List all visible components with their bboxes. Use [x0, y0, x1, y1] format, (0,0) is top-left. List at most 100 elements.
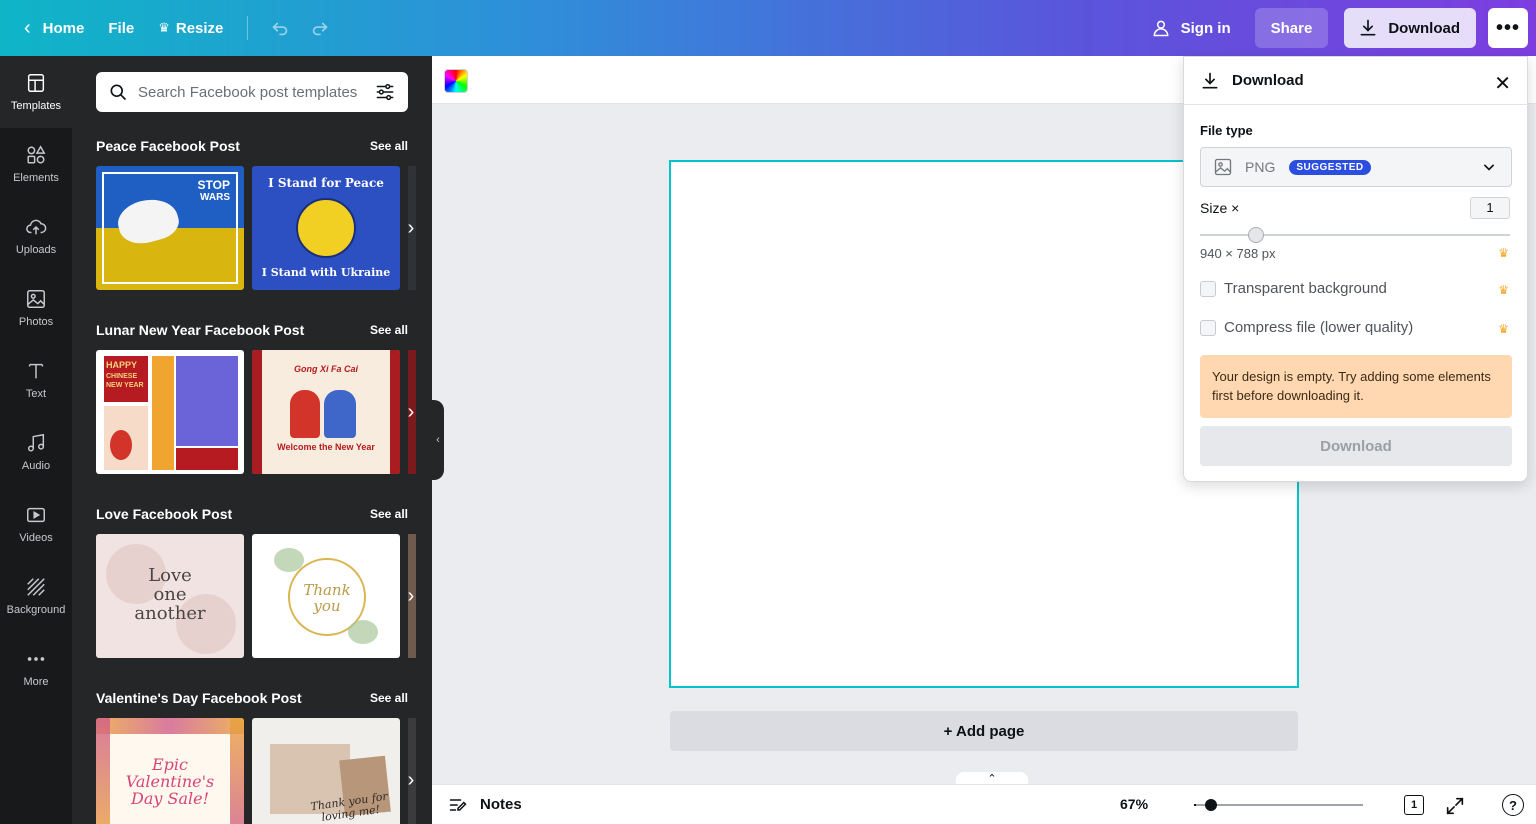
- crown-icon: ♛: [1498, 283, 1509, 297]
- file-type-value: PNG: [1245, 159, 1276, 175]
- share-button[interactable]: Share: [1254, 8, 1329, 48]
- redo-button[interactable]: [300, 8, 340, 48]
- rail-label-photos: Photos: [18, 316, 54, 328]
- rail-item-more[interactable]: More: [0, 632, 72, 704]
- empty-design-warning: Your design is empty. Try adding some el…: [1200, 355, 1512, 418]
- next-arrow-button[interactable]: ›: [402, 762, 420, 798]
- see-all-link[interactable]: See all: [370, 691, 408, 705]
- transparent-background-option[interactable]: Transparent background: [1200, 280, 1387, 297]
- photos-icon: [27, 290, 45, 308]
- collapse-panel-button[interactable]: ‹: [432, 400, 444, 480]
- fullscreen-button[interactable]: [1444, 795, 1466, 817]
- download-panel-header: Download ✕: [1184, 57, 1529, 105]
- section-title: Love Facebook Post: [96, 506, 233, 522]
- help-button[interactable]: ?: [1502, 794, 1524, 816]
- expand-icon: [1446, 797, 1464, 815]
- globe-hands-image: [296, 198, 356, 258]
- template-thumbnail[interactable]: STOP WARS: [96, 166, 244, 290]
- thumb-text: I Stand for Peace: [268, 176, 384, 190]
- filter-icon[interactable]: [374, 81, 396, 103]
- rail-item-background[interactable]: Background: [0, 560, 72, 632]
- rail-item-templates[interactable]: Templates: [0, 56, 72, 128]
- compress-file-checkbox[interactable]: [1200, 319, 1216, 336]
- add-page-button[interactable]: + Add page: [670, 711, 1298, 751]
- resize-button[interactable]: ♛ Resize: [146, 8, 235, 48]
- thumb-text: Love one another: [134, 565, 206, 624]
- download-submit-button[interactable]: Download: [1200, 426, 1512, 466]
- more-options-button[interactable]: •••: [1488, 8, 1528, 48]
- crown-icon: ♛: [1498, 322, 1509, 336]
- template-thumbnail[interactable]: Gong Xi Fa Cai Welcome the New Year: [252, 350, 400, 474]
- rail-item-videos[interactable]: Videos: [0, 488, 72, 560]
- transparent-background-checkbox[interactable]: [1200, 280, 1216, 297]
- size-input[interactable]: 1: [1470, 197, 1510, 219]
- crown-icon: ♛: [158, 20, 170, 35]
- section-peace: Peace Facebook Post See all STOP WARS I …: [96, 136, 432, 290]
- resize-label: Resize: [175, 19, 224, 37]
- next-arrow-button[interactable]: ›: [402, 210, 420, 246]
- rail-label-more: More: [23, 676, 49, 688]
- page-count-button[interactable]: 1: [1404, 795, 1424, 815]
- see-all-link[interactable]: See all: [370, 507, 408, 521]
- rail-label-elements: Elements: [13, 172, 59, 184]
- notes-button[interactable]: Notes: [448, 795, 522, 815]
- background-color-picker[interactable]: [444, 69, 468, 93]
- size-slider[interactable]: [1200, 234, 1510, 236]
- file-menu-button[interactable]: File: [96, 8, 146, 48]
- sign-in-button[interactable]: Sign in: [1139, 8, 1243, 48]
- download-panel: Download ✕ File type PNG SUGGESTED Size …: [1183, 56, 1529, 482]
- thumb-text: HAPPY: [106, 360, 138, 370]
- section-lunar-new-year: Lunar New Year Facebook Post See all HAP…: [96, 320, 432, 474]
- file-type-label: File type: [1200, 123, 1253, 138]
- template-thumbnail[interactable]: HAPPY CHINESE NEW YEAR: [96, 350, 244, 474]
- see-all-link[interactable]: See all: [370, 323, 408, 337]
- zoom-level[interactable]: 67%: [1120, 796, 1148, 812]
- next-arrow-button[interactable]: ›: [402, 578, 420, 614]
- see-all-link[interactable]: See all: [370, 139, 408, 153]
- template-thumbnail[interactable]: Thank you: [252, 534, 400, 658]
- size-slider-handle[interactable]: [1247, 227, 1264, 243]
- template-thumbnail[interactable]: I Stand for Peace I Stand with Ukraine: [252, 166, 400, 290]
- file-type-select[interactable]: PNG SUGGESTED: [1200, 147, 1512, 187]
- download-icon: [1202, 72, 1218, 88]
- templates-icon: [27, 74, 45, 92]
- thumb-text: STOP: [197, 178, 230, 192]
- share-label: Share: [1270, 19, 1313, 37]
- dimensions-text: 940 × 788 px: [1200, 246, 1276, 261]
- undo-button[interactable]: [260, 8, 300, 48]
- template-search-box: [96, 72, 408, 112]
- rail-item-audio[interactable]: Audio: [0, 416, 72, 488]
- section-title: Peace Facebook Post: [96, 138, 240, 154]
- zoom-slider[interactable]: [1196, 804, 1363, 806]
- template-thumbnail[interactable]: Love one another: [96, 534, 244, 658]
- thumb-text: I Stand with Ukraine: [261, 266, 391, 279]
- toolbar-divider: [247, 16, 249, 40]
- thumb-text: CHINESE NEW YEAR: [106, 373, 144, 389]
- notes-label: Notes: [480, 796, 522, 813]
- section-love: Love Facebook Post See all Love one anot…: [96, 504, 432, 658]
- compress-file-label: Compress file (lower quality): [1224, 319, 1414, 336]
- zoom-slider-handle[interactable]: [1205, 799, 1218, 811]
- rail-label-text: Text: [25, 388, 47, 400]
- template-thumbnail[interactable]: Epic Valentine's Day Sale!: [96, 718, 244, 824]
- suggested-badge: SUGGESTED: [1289, 159, 1371, 175]
- download-button[interactable]: Download: [1344, 8, 1476, 48]
- rail-item-uploads[interactable]: Uploads: [0, 200, 72, 272]
- home-button[interactable]: ‹ Home: [12, 8, 96, 48]
- thumb-text: WARS: [200, 192, 230, 203]
- rail-item-photos[interactable]: Photos: [0, 272, 72, 344]
- text-icon: [28, 363, 44, 379]
- compress-file-option[interactable]: Compress file (lower quality): [1200, 319, 1413, 336]
- close-icon[interactable]: ✕: [1494, 71, 1511, 96]
- next-arrow-button[interactable]: ›: [402, 394, 420, 430]
- rail-item-text[interactable]: Text: [0, 344, 72, 416]
- redo-icon: [313, 22, 328, 36]
- more-icon: [27, 657, 45, 661]
- rail-item-elements[interactable]: Elements: [0, 128, 72, 200]
- template-thumbnail[interactable]: Thank you for loving me!: [252, 718, 400, 824]
- top-bar: ‹ Home File ♛ Resize Sign in Share Downl…: [0, 0, 1536, 56]
- thumb-text: Welcome the New Year: [277, 442, 375, 452]
- chevron-left-icon: ‹: [24, 16, 31, 39]
- search-icon: [110, 84, 127, 101]
- template-search-input[interactable]: [138, 83, 374, 101]
